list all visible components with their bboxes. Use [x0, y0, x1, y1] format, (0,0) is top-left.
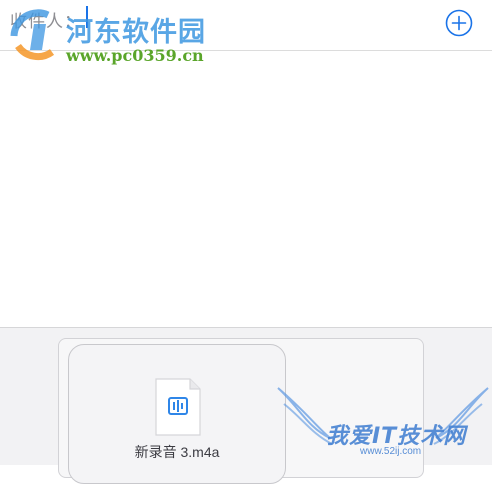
watermark-url: www.pc0359.cn [66, 46, 204, 65]
watermark-title: 河东软件园 [66, 17, 206, 48]
audio-file-icon [155, 378, 201, 436]
message-body[interactable] [0, 51, 492, 327]
watermark-logo-icon [10, 9, 55, 61]
watermark-bottom-url: www.52ij.com [360, 446, 422, 457]
attachment-file-name: 新录音 3.m4a [134, 444, 220, 460]
add-recipient-icon[interactable] [445, 9, 473, 37]
